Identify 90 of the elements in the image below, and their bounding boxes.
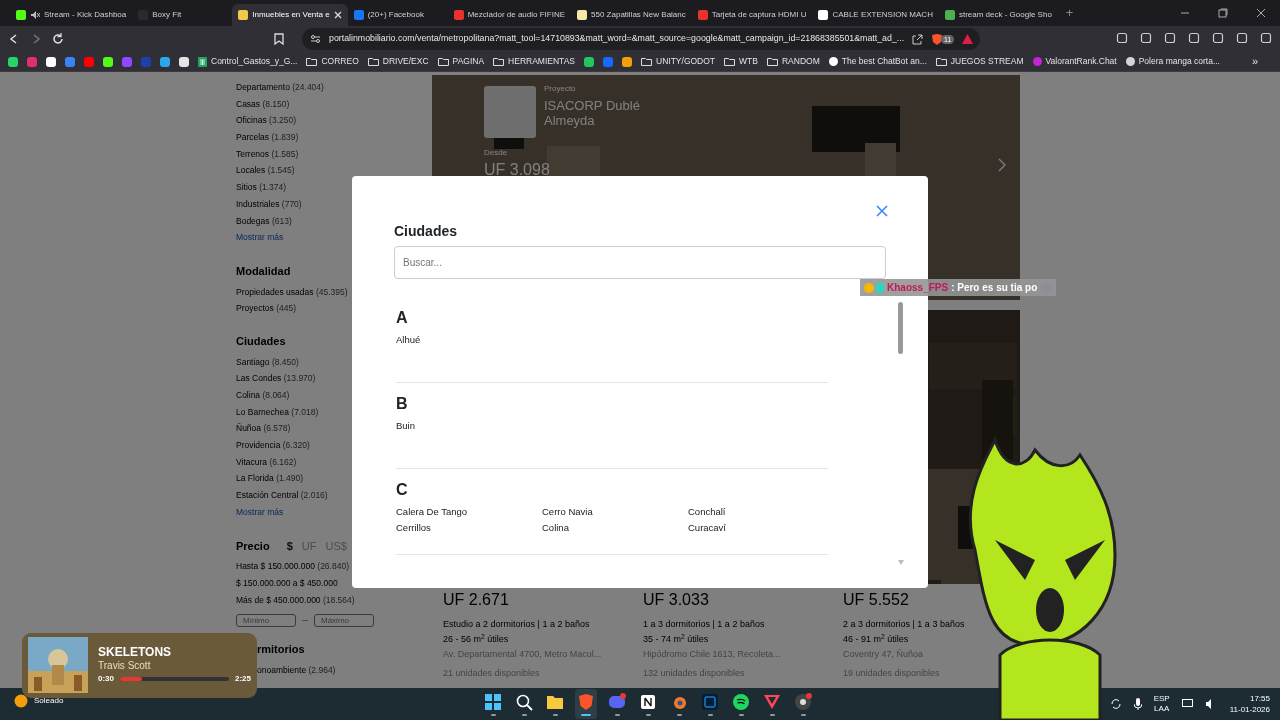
from-label: Desde bbox=[484, 147, 508, 159]
filter-link[interactable]: Ñuñoa (6.578) bbox=[236, 422, 291, 439]
city-link[interactable]: Alhué bbox=[396, 333, 542, 349]
city-link[interactable]: Conchalí bbox=[688, 505, 828, 521]
city-link[interactable]: Curacaví bbox=[688, 520, 828, 536]
filter-link[interactable]: Parcelas (1.839) bbox=[236, 131, 299, 148]
project-name: ISACORP Dublé Almeyda bbox=[544, 98, 641, 128]
new-tab-button[interactable]: + bbox=[1065, 3, 1074, 23]
browser-tab[interactable]: stream deck - Google Sho bbox=[938, 4, 1058, 26]
filter-link[interactable]: Lo Barnechea (7.018) bbox=[236, 405, 319, 423]
show-more-link[interactable]: Mostrar más bbox=[236, 505, 284, 524]
filter-link[interactable]: Propiedades usadas (45.395) bbox=[236, 285, 348, 303]
currency-option[interactable]: $ bbox=[286, 537, 293, 555]
bookmark[interactable]: Polera manga corta... bbox=[1125, 55, 1220, 68]
filter-link[interactable]: onoambiente (2.964) bbox=[257, 663, 336, 681]
bookmark[interactable]: CORREO bbox=[306, 55, 359, 68]
letter-heading: A bbox=[396, 309, 409, 327]
browser-tab[interactable]: Mezclador de audio FIFINE bbox=[447, 4, 572, 26]
filter-link[interactable]: Bodegas (613) bbox=[236, 214, 292, 232]
clock[interactable]: 17:55 11-01-2026 bbox=[1229, 693, 1270, 715]
total-time: 2:25 bbox=[235, 673, 251, 685]
listing-rooms: Estudio a 2 dormitorios | 1 a 2 baños bbox=[443, 618, 591, 631]
filter-link[interactable]: Santiago (8.450) bbox=[236, 355, 299, 373]
letter-heading: C bbox=[396, 481, 409, 499]
filter-link[interactable]: Casas (8.150) bbox=[236, 97, 290, 115]
filter-link[interactable]: Departamento (24.404) bbox=[236, 81, 324, 98]
language-indicator[interactable]: ESP LAA bbox=[1153, 694, 1170, 714]
song-title: SKELETONS bbox=[98, 645, 173, 659]
bookmark[interactable]: JUEGOS STREAM bbox=[935, 55, 1024, 68]
filter-link[interactable]: Vitacura (6.162) bbox=[236, 455, 297, 473]
filter-link[interactable]: Locales (1.545) bbox=[236, 164, 295, 182]
section-title: Ciudades bbox=[236, 334, 286, 350]
listing-rooms: 1 a 3 dormitorios | 1 a 2 baños bbox=[643, 618, 766, 631]
filter-link[interactable]: Colina (8.064) bbox=[236, 388, 290, 406]
more-bookmarks-button[interactable]: » bbox=[1251, 53, 1258, 70]
listing-area: 35 - 74 m$^{2}$ útiles bbox=[643, 633, 820, 648]
elapsed-time: 0:30 bbox=[98, 673, 114, 685]
browser-tab[interactable]: CABLE EXTENSION MACH bbox=[812, 4, 939, 26]
listing-price: UF 3.033 bbox=[643, 590, 710, 610]
min-price-field[interactable]: Mínimo bbox=[236, 614, 296, 628]
weather-label: Soleado bbox=[34, 695, 64, 707]
filter-link[interactable]: Terrenos (1.585) bbox=[236, 147, 299, 165]
modal-title: Ciudades bbox=[394, 222, 457, 241]
browser-tab[interactable]: 550 Zapatillas New Balanc bbox=[571, 4, 692, 26]
project-price: UF 3.098 bbox=[484, 160, 550, 180]
browser-tab[interactable]: (20+) Facebook bbox=[347, 4, 448, 26]
section-title: Modalidad bbox=[236, 264, 291, 280]
browser-tab[interactable]: Tarjeta de captura HDMI U bbox=[691, 4, 813, 26]
bookmark[interactable]: HERRAMIENTAS bbox=[493, 55, 575, 68]
bookmark[interactable]: PAGINA bbox=[437, 55, 485, 68]
browser-tab[interactable]: Inmuebles en Venta e bbox=[232, 4, 348, 26]
bookmark[interactable]: DRIVE/EXC bbox=[367, 55, 429, 68]
chat-message: Khaoss_FPS : Pero es su tia po bbox=[860, 279, 1057, 296]
artist-name: Travis Scott bbox=[98, 659, 152, 673]
project-tag: Proyecto bbox=[544, 83, 644, 95]
search-field[interactable]: Buscar... bbox=[394, 246, 886, 279]
listing-price: UF 2.671 bbox=[443, 590, 510, 610]
listing-area: 26 - 56 m$^{2}$ útiles bbox=[443, 633, 620, 648]
filter-link[interactable]: La Florida (1.490) bbox=[236, 472, 304, 490]
city-link[interactable]: Buin bbox=[396, 419, 542, 435]
letter-heading: B bbox=[396, 395, 409, 413]
bookmark[interactable]: WTB bbox=[724, 55, 758, 68]
filter-link[interactable]: Las Condes (13.970) bbox=[236, 372, 316, 389]
filter-link[interactable]: $ 150.000.000 a $ 450.000 bbox=[236, 576, 338, 594]
filter-link[interactable]: Sitios (1.374) bbox=[236, 181, 287, 198]
show-more-link[interactable]: Mostrar más bbox=[236, 231, 284, 250]
bookmark[interactable]: ValorantRank.Chat bbox=[1032, 55, 1117, 68]
listing-price: UF 5.552 bbox=[843, 590, 910, 610]
browser-tab[interactable]: Boxy Fit bbox=[132, 4, 233, 26]
city-link[interactable]: Cerrillos bbox=[396, 520, 542, 536]
bookmark[interactable]: RANDOM bbox=[766, 55, 820, 68]
city-link[interactable]: Calera De Tango bbox=[396, 505, 542, 521]
listing-area: 46 - 91 m$^{2}$ útiles bbox=[843, 633, 1020, 648]
filter-link[interactable]: Providencia (6.320) bbox=[236, 439, 310, 456]
browser-tab[interactable]: Stream - Kick Dashboa bbox=[10, 4, 133, 26]
filter-link[interactable]: Más de $ 450.000.000 (18.564) bbox=[236, 593, 355, 611]
filter-link[interactable]: Proyectos (445) bbox=[236, 302, 296, 320]
bookmark[interactable]: Control_Gastos_y_G... bbox=[198, 55, 298, 68]
max-price-field[interactable]: Máximo bbox=[314, 614, 374, 628]
bookmark[interactable]: The best ChatBot an... bbox=[828, 55, 927, 68]
city-link[interactable]: Colina bbox=[542, 520, 688, 536]
filter-link[interactable]: Estación Central (2.016) bbox=[236, 489, 328, 506]
section-title: Precio bbox=[236, 538, 270, 554]
listing-rooms: 2 a 3 dormitorios | 1 a 3 baños bbox=[843, 618, 966, 631]
city-link[interactable]: Cerro Navia bbox=[542, 505, 688, 521]
filter-link[interactable]: Hasta $ 150.000.000 (26.840) bbox=[236, 560, 349, 577]
bookmark[interactable]: UNITY/GODOT bbox=[641, 55, 716, 68]
section-title: rmitorios bbox=[257, 642, 305, 658]
filter-link[interactable]: Oficinas (3.250) bbox=[236, 114, 296, 132]
filter-link[interactable]: Industriales (770) bbox=[236, 197, 302, 215]
